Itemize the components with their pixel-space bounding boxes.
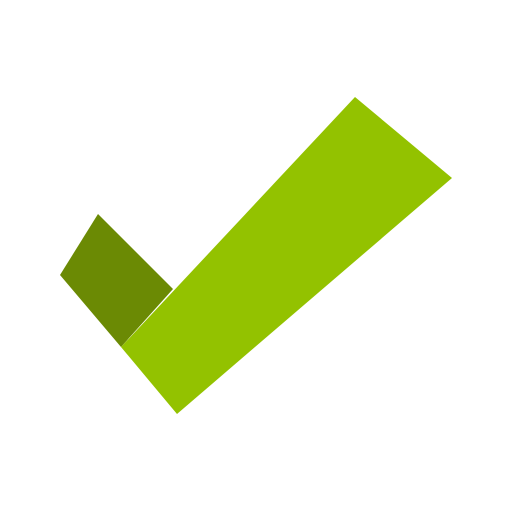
app-icon xyxy=(0,0,512,512)
checkmark-long-stroke xyxy=(121,97,452,414)
checkmark-icon xyxy=(60,97,452,414)
